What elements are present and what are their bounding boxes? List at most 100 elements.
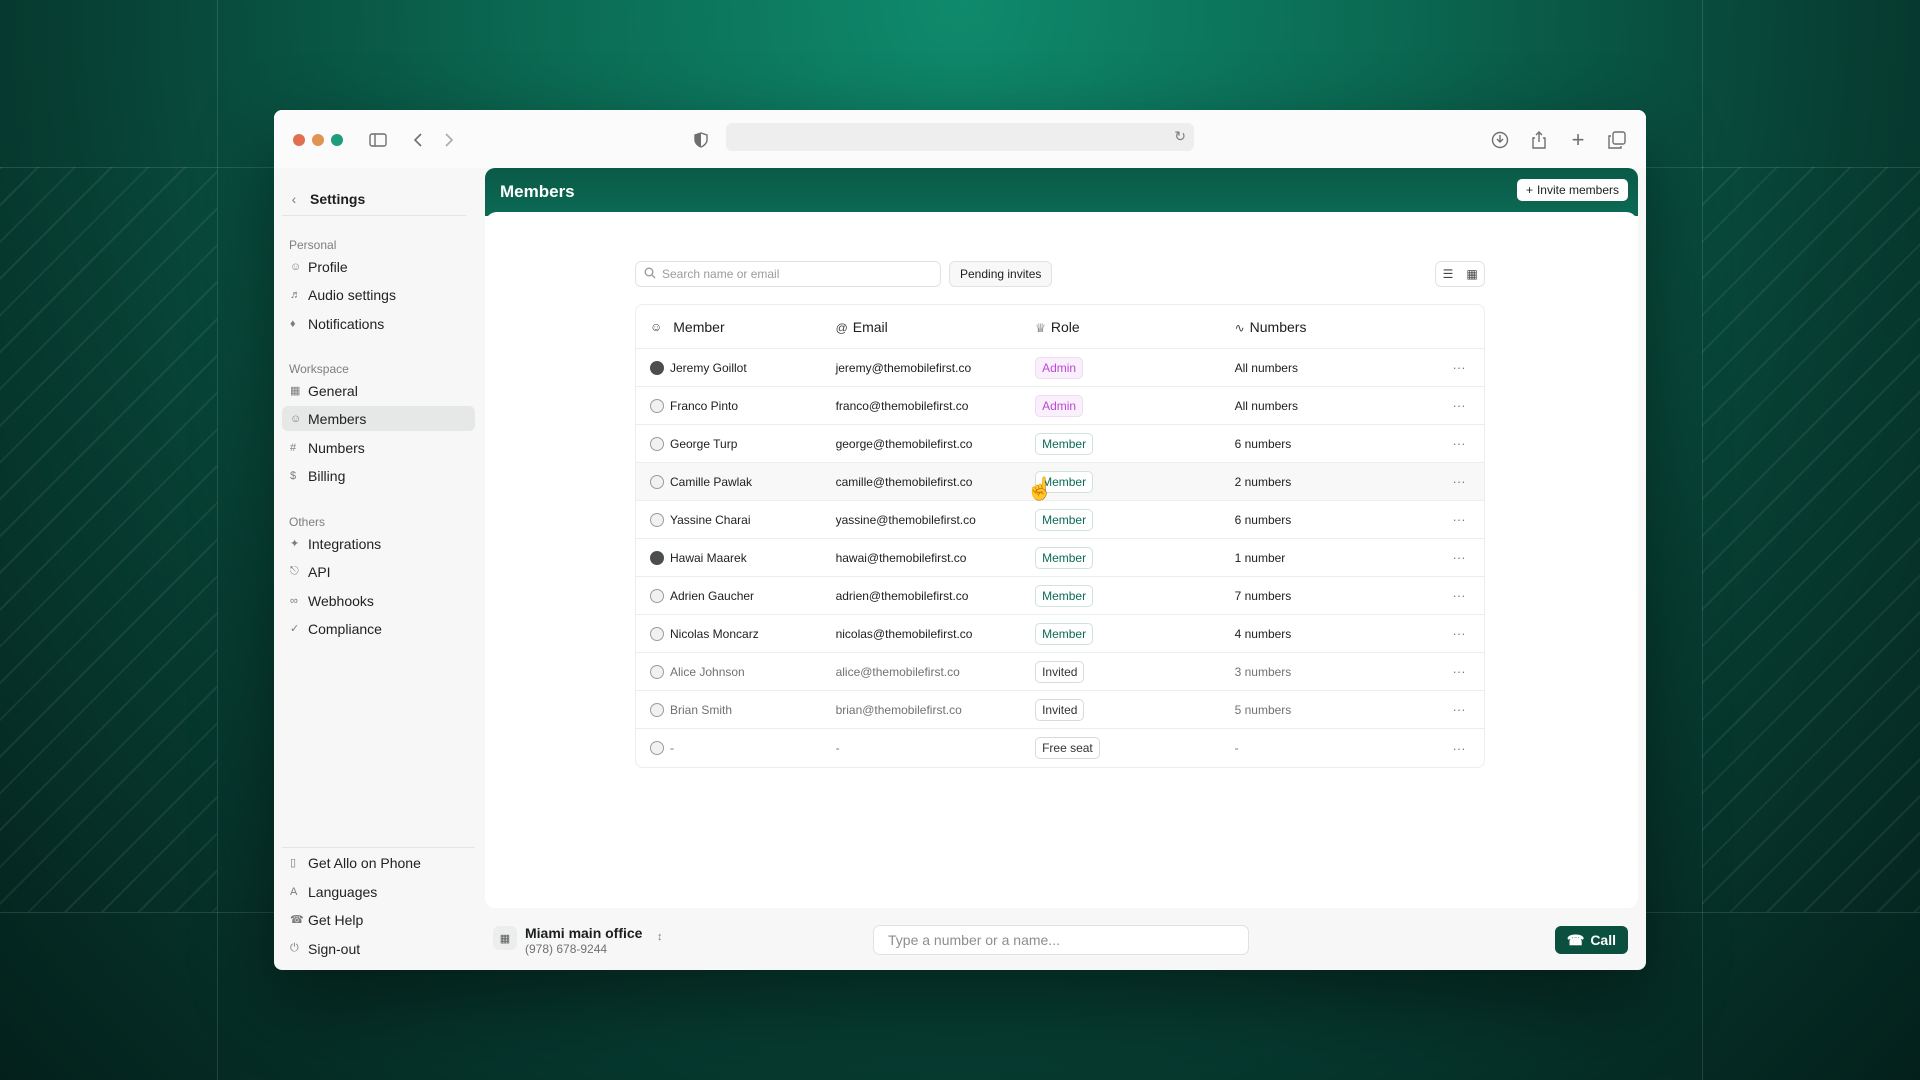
pending-invites-button[interactable]: Pending invites [949,261,1053,287]
office-selector[interactable]: Miami main office [525,925,642,941]
address-bar[interactable]: ↻ [726,123,1194,151]
sidebar-item-sign-out[interactable]: ⏻ Sign-out [282,936,475,961]
avatar [650,398,664,413]
table-row[interactable]: Brian Smith brian@themobilefirst.co Invi… [636,691,1484,729]
more-options-icon[interactable]: ··· [1434,626,1484,641]
table-row[interactable]: Hawai Maarek hawai@themobilefirst.co Mem… [636,539,1484,577]
sidebar-item-notifications[interactable]: ♦ Notifications [282,311,475,336]
download-icon[interactable] [1488,128,1512,152]
table-row[interactable]: Jeremy Goillot jeremy@themobilefirst.co … [636,349,1484,387]
table-row[interactable]: Nicolas Moncarz nicolas@themobilefirst.c… [636,615,1484,653]
more-options-icon[interactable]: ··· [1434,436,1484,451]
new-tab-icon[interactable]: + [1566,127,1590,152]
member-numbers: All numbers [1234,360,1298,375]
forward-icon[interactable] [437,128,461,152]
settings-back-link[interactable]: ‹ Settings [282,182,466,216]
role-badge[interactable]: Invited [1035,660,1085,683]
table-row[interactable]: Yassine Charai yassine@themobilefirst.co… [636,501,1484,539]
sidebar-item-billing[interactable]: $ Billing [282,463,475,488]
avatar [650,436,664,451]
call-button[interactable]: ☎ Call [1554,926,1628,954]
members-panel: Members + Invite members Search name or … [485,168,1638,908]
sidebar-item-api[interactable]: ⎋ API [282,559,475,584]
crown-icon: ♕ [1035,320,1046,335]
sidebar-item-label: Numbers [308,439,365,456]
role-badge[interactable]: Free seat [1035,737,1100,759]
sidebar-item-members[interactable]: ☺ Members [282,406,475,431]
sidebar-item-compliance[interactable]: ✓ Compliance [282,616,475,641]
browser-toolbar: ↻ + [274,110,1646,168]
list-view-icon[interactable]: ☰ [1436,262,1460,286]
more-options-icon[interactable]: ··· [1434,550,1484,565]
sidebar-item-label: Compliance [308,620,382,637]
table-row[interactable]: Franco Pinto franco@themobilefirst.co Ad… [636,387,1484,425]
sidebar-item-numbers[interactable]: # Numbers [282,435,475,460]
section-label-workspace: Workspace [289,362,349,376]
member-email: george@themobilefirst.co [835,436,973,451]
column-header-role[interactable]: ♕ Role [1035,319,1235,335]
invite-members-label: Invite members [1536,183,1619,197]
dial-input[interactable]: Type a number or a name... [873,925,1249,955]
share-icon[interactable] [1527,128,1551,152]
role-badge[interactable]: Invited [1035,698,1085,721]
back-icon[interactable] [406,128,430,152]
role-badge[interactable]: Member [1035,432,1094,455]
more-options-icon[interactable]: ··· [1434,360,1484,375]
sidebar-item-languages[interactable]: A Languages [282,879,475,904]
close-window-button[interactable] [293,134,305,146]
shield-check-icon: ✓ [290,623,300,635]
role-badge[interactable]: Member [1035,622,1094,645]
sidebar-item-get-help[interactable]: ☎ Get Help [282,907,475,932]
avatar [650,588,664,603]
api-icon: ⎋ [290,565,299,577]
table-row[interactable]: George Turp george@themobilefirst.co Mem… [636,425,1484,463]
column-header-email[interactable]: @ Email [836,319,1036,335]
more-options-icon[interactable]: ··· [1434,398,1484,413]
more-options-icon[interactable]: ··· [1434,741,1484,756]
shield-icon[interactable] [689,128,713,152]
chevron-left-icon: ‹ [291,190,297,207]
table-row[interactable]: Alice Johnson alice@themobilefirst.co In… [636,653,1484,691]
role-badge[interactable]: Member [1035,546,1094,569]
reload-icon[interactable]: ↻ [1174,128,1186,145]
table-row[interactable]: - - Free seat - ··· [636,729,1484,767]
role-badge[interactable]: Admin [1035,394,1084,417]
more-options-icon[interactable]: ··· [1434,664,1484,679]
sidebar-item-get-allo-on-phone[interactable]: ▯ Get Allo on Phone [282,850,475,875]
role-badge[interactable]: Member [1035,508,1094,531]
sidebar-item-label: Integrations [308,535,382,552]
column-header-member[interactable]: ☺ Member [636,319,836,335]
search-input[interactable]: Search name or email [635,261,941,287]
table-row[interactable]: Adrien Gaucher adrien@themobilefirst.co … [636,577,1484,615]
minimize-window-button[interactable] [312,134,324,146]
power-icon: ⏻ [290,942,299,954]
member-name: Yassine Charai [670,512,751,527]
column-header-numbers[interactable]: ∿ Numbers [1235,319,1435,335]
grid-view-icon[interactable]: ▦ [1460,262,1484,286]
background-grid-line [217,0,218,1080]
more-options-icon[interactable]: ··· [1434,512,1484,527]
role-badge[interactable]: Admin [1035,356,1084,379]
sidebar-item-general[interactable]: ▦ General [282,378,475,403]
sidebar-item-profile[interactable]: ☺ Profile [282,254,475,279]
sidebar-item-audio-settings[interactable]: ♬ Audio settings [282,282,475,307]
more-options-icon[interactable]: ··· [1434,702,1484,717]
table-row[interactable]: Camille Pawlak camille@themobilefirst.co… [636,463,1484,501]
sidebar-toggle-icon[interactable] [366,128,390,152]
sidebar-item-integrations[interactable]: ✦ Integrations [282,531,475,556]
tabs-icon[interactable] [1605,128,1629,152]
maximize-window-button[interactable] [331,134,343,146]
member-name: Adrien Gaucher [670,588,755,603]
sidebar-item-label: Get Allo on Phone [308,854,421,871]
avatar [650,550,664,565]
more-options-icon[interactable]: ··· [1434,474,1484,489]
more-options-icon[interactable]: ··· [1434,588,1484,603]
role-badge[interactable]: Member [1035,584,1094,607]
chevron-up-down-icon[interactable]: ↕ [657,931,663,943]
search-icon [644,267,656,282]
sidebar-item-webhooks[interactable]: ∞ Webhooks [282,588,475,613]
search-placeholder: Search name or email [662,267,780,281]
user-icon: ☺ [650,319,663,334]
invite-members-button[interactable]: + Invite members [1516,179,1628,201]
member-numbers: 6 numbers [1234,512,1292,527]
